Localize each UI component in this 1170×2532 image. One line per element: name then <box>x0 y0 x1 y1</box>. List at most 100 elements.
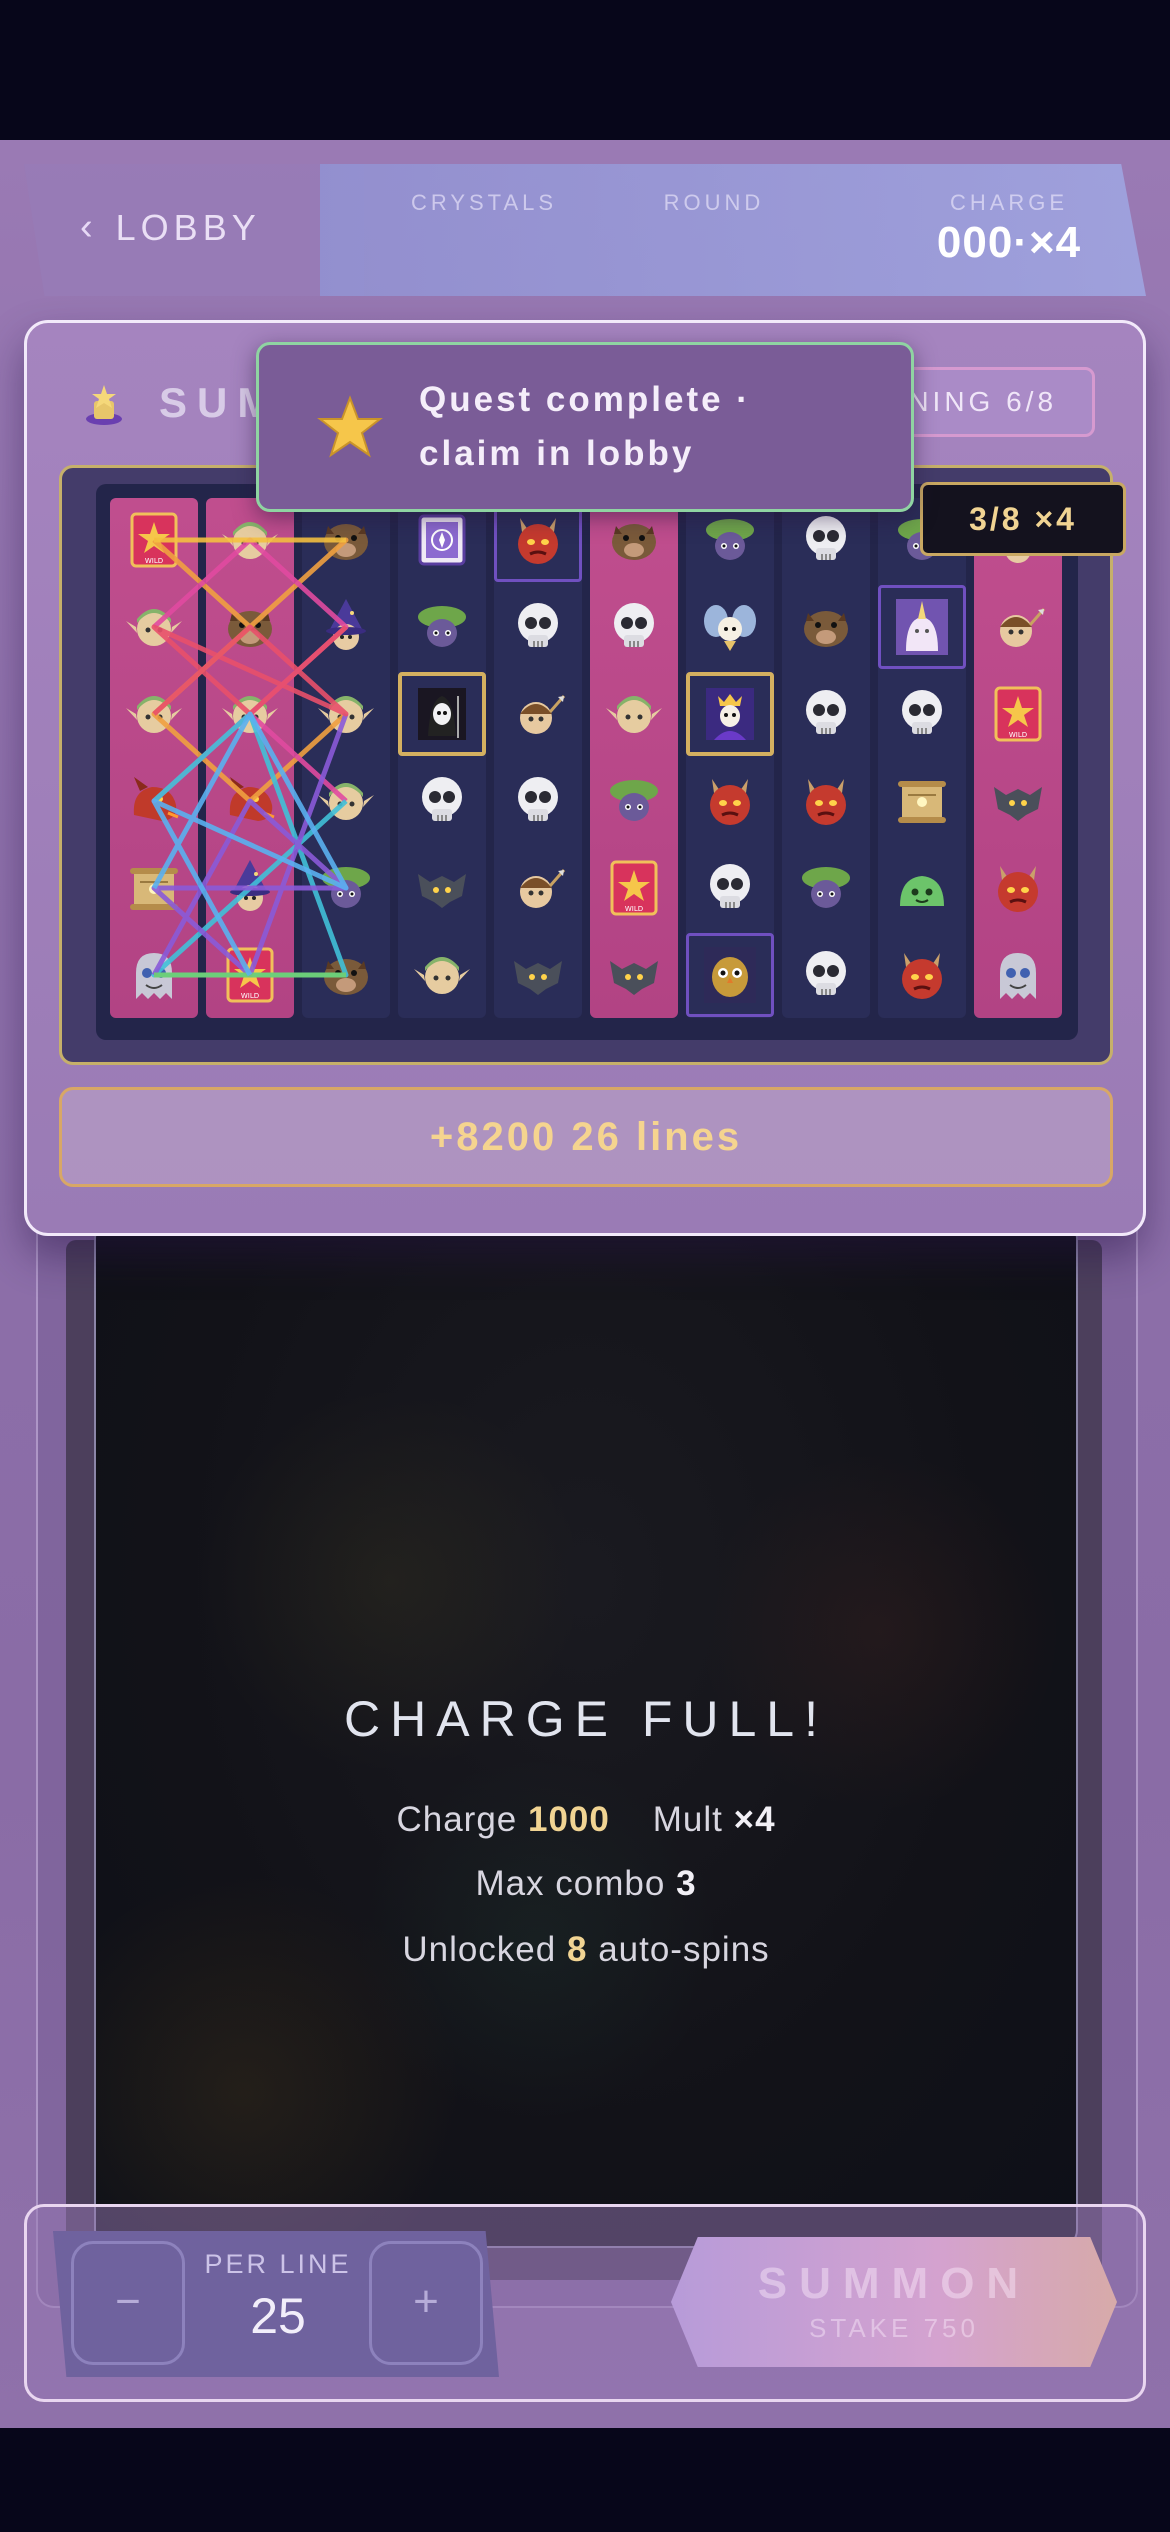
goblin-icon <box>610 780 658 821</box>
unlock-summary: Unlocked 8 auto-spins <box>96 1930 1076 1970</box>
chevron-left-icon: ‹ <box>80 206 98 248</box>
skull-icon <box>806 951 846 995</box>
elf-icon <box>606 696 662 733</box>
dragon-icon <box>229 777 275 821</box>
reel-grid: WILD WILD WILD WILD <box>96 484 1078 1040</box>
svg-text:WILD: WILD <box>145 557 163 565</box>
scroll-symbol <box>110 846 198 930</box>
charge-summary-label: Charge <box>396 1800 518 1839</box>
quest-toast[interactable]: Quest complete · claim in lobby <box>256 342 914 512</box>
combo-summary-label: Max combo <box>475 1864 666 1903</box>
reel-column <box>686 498 774 1018</box>
demon-symbol <box>686 759 774 843</box>
wizard-icon <box>326 599 366 650</box>
charge-label: CHARGE <box>949 190 1069 215</box>
altar-icon <box>86 385 122 425</box>
charge-summary-value: 1000 <box>527 1800 610 1839</box>
skull-symbol <box>398 759 486 843</box>
boar-symbol <box>206 585 294 669</box>
lobby-button[interactable]: ‹ LOBBY <box>80 206 261 249</box>
boar-icon <box>612 524 656 560</box>
demon-symbol <box>782 759 870 843</box>
reel-column: WILD <box>590 498 678 1018</box>
hunter-symbol <box>494 672 582 756</box>
boar-icon <box>804 611 848 647</box>
elf-symbol <box>398 933 486 1017</box>
unicorn-symbol <box>878 585 966 669</box>
crystals-stat: CRYSTALS <box>364 190 604 218</box>
slime-icon <box>900 876 944 906</box>
demon-symbol <box>974 846 1062 930</box>
per-line-stepper: − PER LINE 25 + <box>53 2231 499 2377</box>
elf-icon <box>414 957 470 994</box>
skull-icon <box>710 864 750 908</box>
wild-symbol: WILD <box>110 498 198 582</box>
ghost-symbol <box>110 933 198 1017</box>
round-stat: ROUND <box>604 190 824 218</box>
wild-icon: WILD <box>610 860 658 916</box>
boar-symbol <box>302 933 390 1017</box>
hunter-icon <box>1000 608 1046 647</box>
spellbook-icon <box>418 514 466 566</box>
overlay-title: CHARGE FULL! <box>344 1691 828 1747</box>
reel-column <box>878 498 966 1018</box>
reaper-icon <box>418 688 466 740</box>
elf-symbol <box>302 759 390 843</box>
hunter-icon <box>520 869 566 908</box>
fairy-icon <box>704 605 756 651</box>
toast-message: Quest complete · claim in lobby <box>419 380 751 473</box>
bat-icon <box>418 874 466 908</box>
elf-icon <box>126 609 182 646</box>
skull-symbol <box>878 672 966 756</box>
reel-frame: WILD WILD WILD WILD 3/8 ×4 <box>59 465 1126 1065</box>
ways-multiplier-badge: 3/8 ×4 <box>920 482 1126 556</box>
elf-icon <box>318 696 374 733</box>
wild-icon: WILD <box>994 686 1042 742</box>
hud-bar: ‹ LOBBY CRYSTALS ROUND CHARGE 000·×4 <box>24 164 1146 296</box>
scroll-symbol <box>878 759 966 843</box>
stake-label: STAKE 750 <box>809 2313 979 2343</box>
crystals-label: CRYSTALS <box>410 190 558 215</box>
bat-symbol <box>974 759 1062 843</box>
elf-icon <box>318 783 374 820</box>
game-stage: ‹ LOBBY CRYSTALS ROUND CHARGE 000·×4 CHA… <box>0 140 1170 2428</box>
summon-button[interactable]: SUMMON STAKE 750 <box>671 2237 1117 2367</box>
owl-icon <box>704 947 756 1003</box>
demon-icon <box>518 518 558 564</box>
elf-symbol <box>302 672 390 756</box>
skull-icon <box>518 777 558 821</box>
goblin-icon <box>322 867 370 908</box>
skull-icon <box>518 603 558 647</box>
ghost-icon <box>1000 953 1036 999</box>
bat-icon <box>514 961 562 995</box>
mult-summary-value: ×4 <box>733 1800 776 1839</box>
wild-icon: WILD <box>130 512 178 568</box>
goblin-symbol <box>302 846 390 930</box>
decrease-bet-button[interactable]: − <box>71 2241 185 2365</box>
demon-icon <box>710 779 750 825</box>
goblin-icon <box>706 519 754 560</box>
elf-symbol <box>206 672 294 756</box>
round-label: ROUND <box>663 190 765 215</box>
wizard-icon <box>230 860 270 911</box>
reel-column <box>782 498 870 1018</box>
king-symbol <box>686 672 774 756</box>
goblin-icon <box>418 606 466 647</box>
summon-label: SUMMON <box>757 2259 1031 2308</box>
king-icon <box>706 688 754 740</box>
reel-column: WILD <box>206 498 294 1018</box>
per-line-label: PER LINE <box>204 2249 352 2279</box>
top-letterbox <box>0 0 1170 140</box>
dragon-symbol <box>110 759 198 843</box>
svg-text:WILD: WILD <box>241 992 259 1000</box>
increase-bet-button[interactable]: + <box>369 2241 483 2365</box>
skull-icon <box>422 777 462 821</box>
reel-column <box>302 498 390 1018</box>
skull-symbol <box>590 585 678 669</box>
elf-icon <box>126 696 182 733</box>
per-line-value: 25 <box>250 2288 306 2344</box>
wizard-symbol <box>302 585 390 669</box>
scroll-icon <box>898 781 946 823</box>
skull-symbol <box>494 759 582 843</box>
dragon-symbol <box>206 759 294 843</box>
